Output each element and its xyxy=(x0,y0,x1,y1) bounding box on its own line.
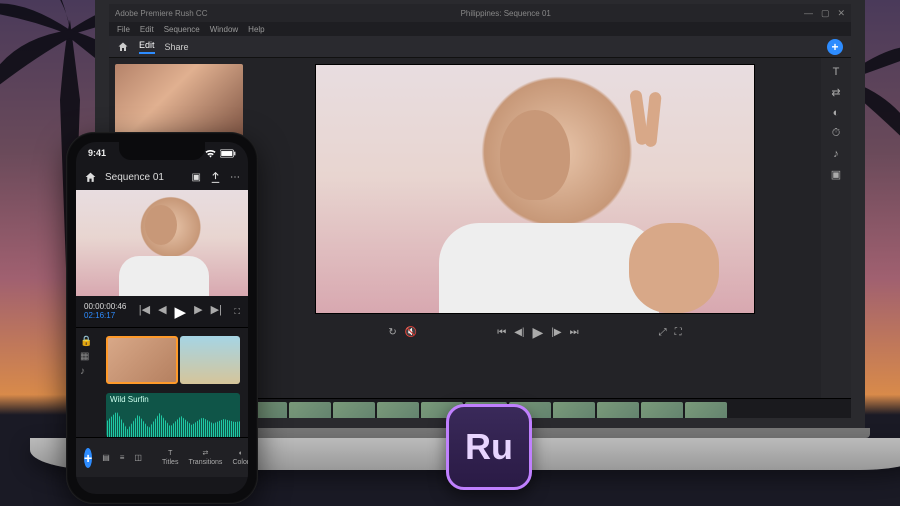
transport-controls: ↻ 🔇 ⏮ ◀| ▶ |▶ ⏭ ⤢ xyxy=(259,320,811,344)
timeline-clip[interactable] xyxy=(553,402,595,429)
mute-icon[interactable]: 🔇 xyxy=(405,327,417,338)
add-media-button[interactable]: + xyxy=(827,39,843,55)
timeline-clip[interactable] xyxy=(333,402,375,429)
document-title: Philippines: Sequence 01 xyxy=(461,9,551,18)
menu-window[interactable]: Window xyxy=(210,25,238,34)
timeline-clip[interactable] xyxy=(289,402,331,429)
mobile-header: Sequence 01 ▣ ⋯ xyxy=(76,164,248,190)
titles-icon[interactable]: T xyxy=(833,66,840,78)
prev-icon[interactable]: ◀ xyxy=(158,303,166,321)
right-tool-rail: T ⇄ ◐ ⏱ ♪ ▣ xyxy=(821,58,851,398)
mobile-video-preview[interactable] xyxy=(76,190,248,296)
audio-icon[interactable]: ♪ xyxy=(833,148,839,160)
maximize-icon[interactable]: ▢ xyxy=(821,8,830,19)
menu-edit[interactable]: Edit xyxy=(140,25,154,34)
minimize-icon[interactable]: — xyxy=(804,8,813,19)
step-fwd-icon[interactable]: ▶| xyxy=(211,303,222,321)
video-preview[interactable] xyxy=(315,64,755,314)
expand-icon[interactable]: ⤢ xyxy=(659,327,667,338)
app-title: Adobe Premiere Rush CC xyxy=(115,9,207,18)
top-toolbar: Edit Share + xyxy=(109,36,851,58)
rush-app-label: Ru xyxy=(465,426,513,468)
color-icon: ◐ xyxy=(239,450,243,457)
fullscreen-icon[interactable]: ⛶ xyxy=(675,327,682,338)
battery-icon xyxy=(220,149,236,158)
play-icon[interactable]: ▶ xyxy=(533,324,544,341)
more-icon[interactable]: ⋯ xyxy=(230,172,240,183)
transitions-tool[interactable]: ⇄ Transitions xyxy=(188,449,222,466)
next-icon[interactable]: ⏭ xyxy=(570,327,579,338)
phone-notch xyxy=(119,142,205,160)
color-tool[interactable]: ◐ Color xyxy=(232,450,248,466)
audio-clip-label: Wild Surfin xyxy=(110,395,149,404)
audio-track-icon[interactable]: ♪ xyxy=(80,366,92,377)
titles-tool[interactable]: T Titles xyxy=(162,450,178,466)
prev-icon[interactable]: ⏮ xyxy=(497,327,506,338)
step-back-icon[interactable]: ◀| xyxy=(514,327,524,338)
close-icon[interactable]: ✕ xyxy=(837,8,845,19)
rush-app-icon: Ru xyxy=(446,404,532,490)
status-time: 9:41 xyxy=(88,148,106,158)
mobile-transport: 00:00:00:46 02:16:17 |◀ ◀ ▶ ▶ ▶| ⛶ xyxy=(76,296,248,328)
sequence-title[interactable]: Sequence 01 xyxy=(105,172,164,183)
home-icon[interactable] xyxy=(117,41,129,53)
preview-panel: ↻ 🔇 ⏮ ◀| ▶ |▶ ⏭ ⤢ xyxy=(249,58,821,398)
menu-sequence[interactable]: Sequence xyxy=(164,25,200,34)
timeline-clip[interactable] xyxy=(377,402,419,429)
menu-bar: File Edit Sequence Window Help xyxy=(109,22,851,36)
transitions-icon[interactable]: ⇄ xyxy=(831,86,840,99)
mobile-app: 9:41 ▮▮▮ Sequence 01 ▣ ⋯ xyxy=(76,142,248,494)
step-fwd-icon[interactable]: |▶ xyxy=(551,327,561,338)
timeline-audio-clip[interactable]: Wild Surfin xyxy=(106,393,240,437)
speed-icon[interactable]: ⏱ xyxy=(832,127,841,140)
loop-icon[interactable]: ↻ xyxy=(388,327,396,338)
tab-edit[interactable]: Edit xyxy=(139,40,155,54)
next-icon[interactable]: ▶ xyxy=(194,303,202,321)
timeline-video-clip[interactable] xyxy=(106,336,178,384)
play-icon[interactable]: ▶ xyxy=(175,303,187,321)
tab-share[interactable]: Share xyxy=(165,42,189,52)
track-icon[interactable]: ≡ xyxy=(120,453,125,462)
timecode-total: 02:16:17 xyxy=(84,312,126,321)
video-track-icon[interactable]: ▦ xyxy=(80,351,92,362)
timeline-clip[interactable] xyxy=(641,402,683,429)
project-icon[interactable]: ▤ xyxy=(102,453,110,462)
timeline-clip[interactable] xyxy=(685,402,727,429)
aspect-icon[interactable]: ▣ xyxy=(192,172,201,183)
mobile-bottom-toolbar: + ▤ ≡ ◫ T Titles ⇄ Transitions ◐ Color xyxy=(76,437,248,477)
color-icon[interactable]: ◐ xyxy=(833,107,840,119)
menu-file[interactable]: File xyxy=(117,25,130,34)
home-icon[interactable] xyxy=(84,171,97,184)
crop-icon[interactable]: ▣ xyxy=(831,168,841,181)
add-media-button[interactable]: + xyxy=(84,448,92,468)
transitions-icon: ⇄ xyxy=(203,449,209,457)
export-icon[interactable] xyxy=(209,171,222,184)
phone-device: 9:41 ▮▮▮ Sequence 01 ▣ ⋯ xyxy=(66,132,258,504)
timeline-clip[interactable] xyxy=(597,402,639,429)
menu-help[interactable]: Help xyxy=(248,25,264,34)
window-titlebar: Adobe Premiere Rush CC Philippines: Sequ… xyxy=(109,4,851,22)
titles-icon: T xyxy=(168,450,172,457)
fullscreen-icon[interactable]: ⛶ xyxy=(234,307,240,317)
timeline-video-clip[interactable] xyxy=(180,336,240,384)
edit-icon[interactable]: ◫ xyxy=(134,453,142,462)
wifi-icon xyxy=(205,149,216,158)
lock-icon[interactable]: 🔒 xyxy=(80,336,92,347)
mobile-timeline[interactable]: 🔒 ▦ ♪ Wild Surfin xyxy=(76,328,248,437)
step-back-icon[interactable]: |◀ xyxy=(139,303,150,321)
